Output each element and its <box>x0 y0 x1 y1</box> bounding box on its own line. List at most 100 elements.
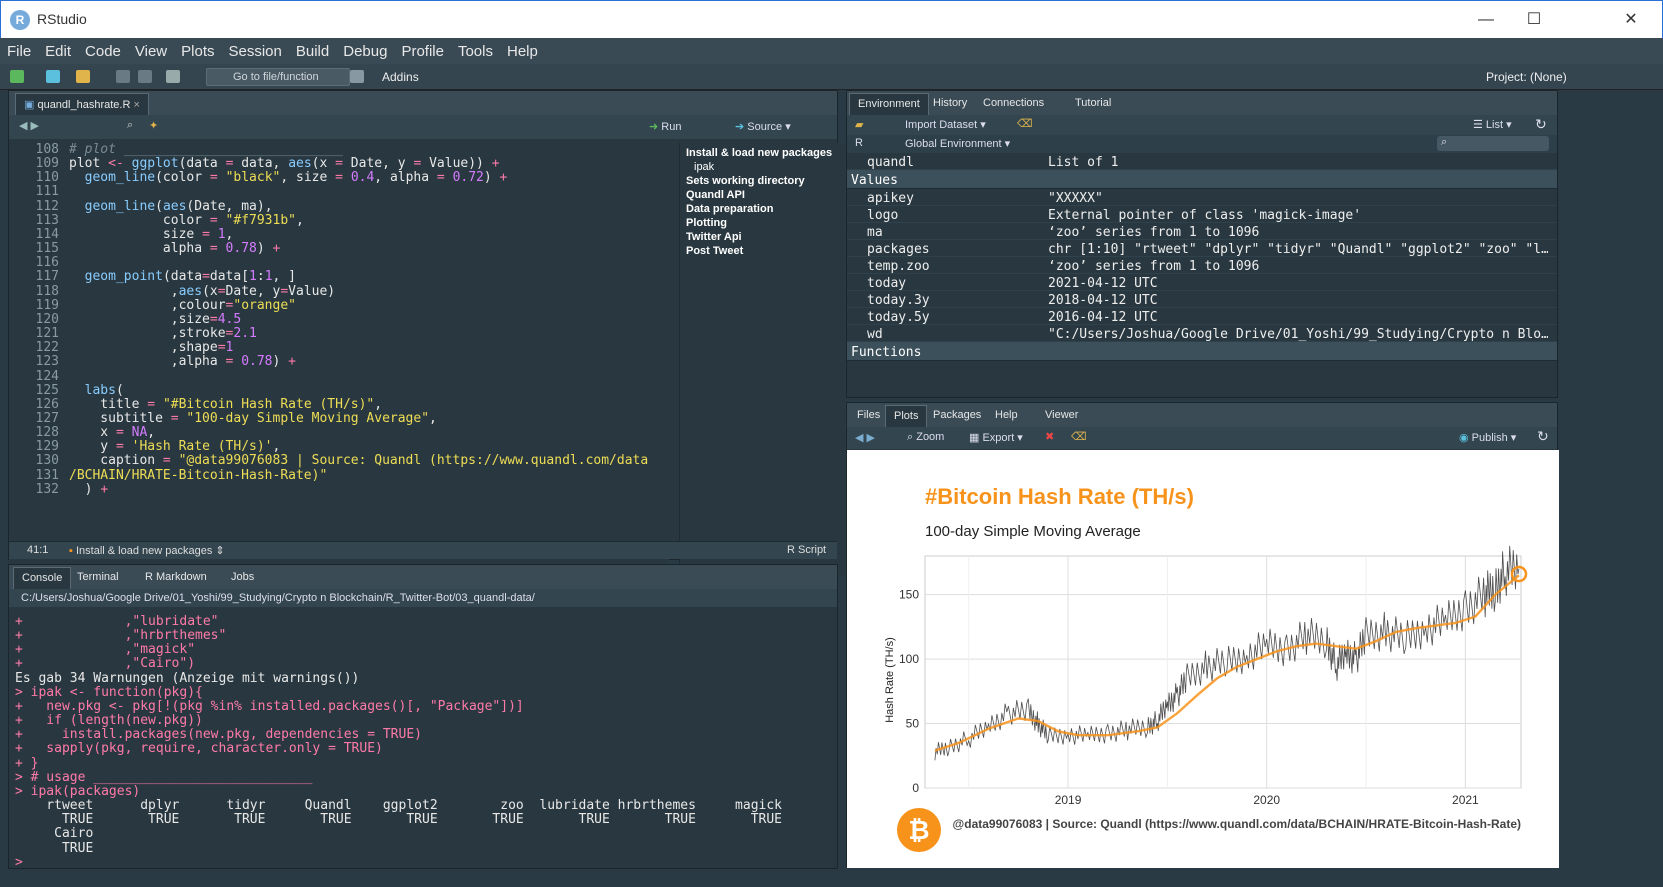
addins-menu[interactable]: Addins <box>382 70 419 84</box>
tab-help[interactable]: Help <box>987 405 1026 427</box>
maximize-button[interactable]: ☐ <box>1511 7 1557 33</box>
scope-menu[interactable]: Global Environment ▾ <box>905 137 1010 150</box>
env-row[interactable]: packages chr [1:10] "rtweet" "dplyr" "tid… <box>847 240 1557 257</box>
export-label: Export <box>982 432 1015 444</box>
back-forward-icon[interactable]: ◀ ▶ <box>19 119 39 132</box>
tab-rmarkdown[interactable]: R Markdown <box>137 567 215 589</box>
menu-edit[interactable]: Edit <box>38 38 78 60</box>
goto-file-input[interactable]: Go to file/function <box>206 68 350 86</box>
print-icon[interactable] <box>166 70 180 83</box>
broom-icon[interactable]: ⌫ <box>1071 430 1087 443</box>
tab-terminal[interactable]: Terminal <box>69 567 127 589</box>
env-row[interactable]: ma ‘zoo’ series from 1 to 1096 <box>847 223 1557 240</box>
env-name: logo <box>867 208 899 223</box>
save-icon[interactable] <box>116 70 130 83</box>
outline-item[interactable]: Quandl API <box>680 188 845 202</box>
menu-session[interactable]: Session <box>222 38 289 60</box>
menu-file[interactable]: File <box>0 38 38 60</box>
close-button[interactable]: ✕ <box>1608 7 1654 33</box>
tab-quandl-hashrate[interactable]: ▣ quandl_hashrate.R × <box>15 93 149 115</box>
line-number: 112 <box>35 198 59 214</box>
tab-viewer[interactable]: Viewer <box>1037 405 1086 427</box>
cursor-position: 41:1 <box>27 544 49 556</box>
new-file-icon[interactable] <box>10 70 24 83</box>
tab-connections[interactable]: Connections <box>975 93 1052 115</box>
menu-plots[interactable]: Plots <box>174 38 221 60</box>
env-row[interactable]: today.3y 2018-04-12 UTC <box>847 291 1557 308</box>
console-text: # usage ____________________________ <box>30 769 313 785</box>
menu-debug[interactable]: Debug <box>336 38 394 60</box>
tab-plots[interactable]: Plots <box>885 405 928 427</box>
new-project-icon[interactable] <box>46 70 60 83</box>
console-line: rtweet dplyr tidyr Quandl ggplot2 zoo lu… <box>15 798 825 813</box>
outline-item[interactable]: Post Tweet <box>680 244 845 258</box>
import-dataset-button[interactable]: Import Dataset ▾ <box>905 118 986 131</box>
search-icon[interactable]: ⌕ <box>127 119 133 132</box>
save-all-icon[interactable] <box>138 70 152 83</box>
outline-item[interactable]: Install & load new packages <box>680 143 845 160</box>
menu-profile[interactable]: Profile <box>394 38 451 60</box>
tab-environment[interactable]: Environment <box>849 93 929 115</box>
outline-item[interactable]: Sets working directory <box>680 174 845 188</box>
env-row[interactable]: apikey "XXXXX" <box>847 189 1557 206</box>
tab-history[interactable]: History <box>925 93 975 115</box>
close-tab-icon[interactable]: × <box>130 99 139 111</box>
delete-plot-icon[interactable]: ✖ <box>1045 430 1054 443</box>
list-view-menu[interactable]: ☰ List ▾ <box>1473 118 1512 131</box>
tab-jobs[interactable]: Jobs <box>223 567 262 589</box>
code-editor[interactable]: 108 109 110 111 112 113 114 115 116 117 118 119 120 1… <box>9 143 669 576</box>
publish-button[interactable]: ◉ Publish ▾ <box>1459 431 1516 444</box>
files-tabbar: Files Plots Packages Help Viewer <box>847 403 1557 427</box>
menu-code[interactable]: Code <box>78 38 128 60</box>
back-forward-icon[interactable]: ◀ ▶ <box>855 431 875 444</box>
console-line: + ,"Cairo") <box>15 657 825 671</box>
menu-view[interactable]: View <box>128 38 174 60</box>
broom-icon[interactable]: ⌫ <box>1017 117 1033 130</box>
outline-item[interactable]: ipak <box>680 160 845 174</box>
open-file-icon[interactable] <box>76 70 90 83</box>
tab-console[interactable]: Console <box>13 567 72 589</box>
minimize-button[interactable]: — <box>1463 7 1509 33</box>
console-output[interactable]: + ,"lubridate" + ,"hrbrthemes" + ,"magick"… <box>15 614 825 870</box>
console-line: + install.packages(new.pkg, dependencies… <box>15 728 825 742</box>
line-number: 121 <box>35 326 59 342</box>
tab-tutorial[interactable]: Tutorial <box>1067 93 1119 115</box>
menu-build[interactable]: Build <box>289 38 336 60</box>
outline-item[interactable]: Plotting <box>680 216 845 230</box>
env-row[interactable]: wd "C:/Users/Joshua/Google Drive/01_Yoshi… <box>847 325 1557 342</box>
refresh-icon[interactable]: ↻ <box>1535 116 1547 133</box>
env-row[interactable]: today 2021-04-12 UTC <box>847 274 1557 291</box>
export-button[interactable]: ▦ Export ▾ <box>969 431 1023 444</box>
editor-statusbar: 41:1 ▪ Install & load new packages ⇕ R S… <box>9 541 837 559</box>
env-value: ‘zoo’ series from 1 to 1096 <box>1048 259 1260 274</box>
menu-help[interactable]: Help <box>500 38 545 60</box>
zoom-button[interactable]: ⌕ Zoom <box>907 431 944 444</box>
project-menu[interactable]: Project: (None) <box>1486 70 1567 84</box>
env-name: quandl <box>867 155 914 170</box>
values-header[interactable]: Values <box>847 170 1557 189</box>
section-jump[interactable]: ▪ Install & load new packages ⇕ <box>69 544 225 557</box>
functions-header[interactable]: Functions <box>847 342 1557 361</box>
outline-item[interactable]: Twitter Api <box>680 230 845 244</box>
console-text: new.pkg <- pkg[!(pkg %in% installed.pack… <box>30 698 524 714</box>
tab-packages[interactable]: Packages <box>925 405 989 427</box>
env-row[interactable]: logo External pointer of class 'magick-im… <box>847 206 1557 223</box>
outline-item[interactable]: Data preparation <box>680 202 845 216</box>
tab-files[interactable]: Files <box>849 405 888 427</box>
filetype-menu[interactable]: R Script <box>787 544 826 556</box>
language-menu[interactable]: R <box>855 137 863 149</box>
env-search-input[interactable]: ⌕ <box>1437 136 1549 151</box>
source-button[interactable]: ➔ Source ▾ <box>735 120 791 133</box>
refresh-icon[interactable]: ↻ <box>1537 428 1549 445</box>
run-button[interactable]: ➜ Run <box>649 120 681 133</box>
env-table: quandl List of 1 Values apikey "XXXXX" logo Ex… <box>847 153 1557 361</box>
wand-icon[interactable]: ✦ <box>149 119 158 132</box>
main-toolbar: Go to file/function Addins Project: (Non… <box>0 64 1663 90</box>
load-workspace-icon[interactable]: ▰ <box>855 118 863 131</box>
env-row-quandl[interactable]: quandl List of 1 <box>847 153 1557 170</box>
grid-layout-icon[interactable] <box>350 70 364 83</box>
menu-tools[interactable]: Tools <box>451 38 500 60</box>
plots-pane: Files Plots Packages Help Viewer ◀ ▶ ⌕ Z… <box>846 402 1559 868</box>
env-row[interactable]: temp.zoo ‘zoo’ series from 1 to 1096 <box>847 257 1557 274</box>
env-row[interactable]: today.5y 2016-04-12 UTC <box>847 308 1557 325</box>
